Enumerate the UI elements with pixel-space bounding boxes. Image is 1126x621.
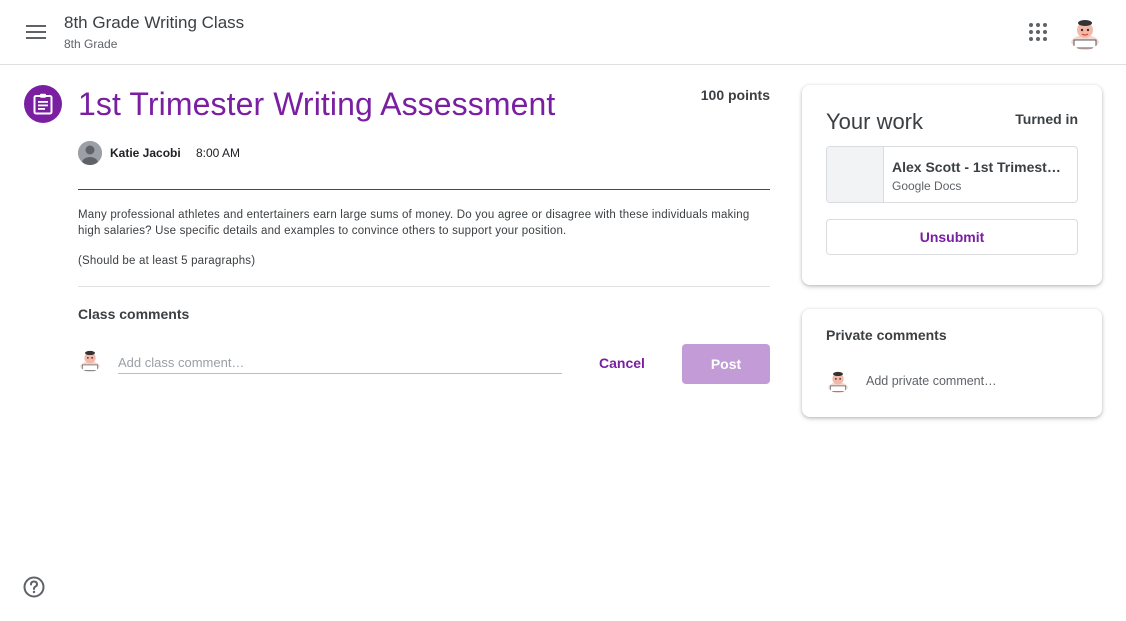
attachment-type: Google Docs — [892, 179, 962, 193]
your-work-card: Your work Turned in Alex Scott - 1st Tri… — [802, 85, 1102, 285]
help-icon — [23, 576, 45, 598]
attachment-thumbnail — [827, 147, 884, 202]
private-comments-title: Private comments — [826, 327, 947, 343]
work-status: Turned in — [1015, 111, 1078, 127]
assignment-instructions: Many professional athletes and entertain… — [78, 209, 750, 237]
assignment-points: 100 points — [700, 87, 770, 103]
header-divider — [78, 189, 770, 190]
commenter-avatar — [78, 348, 102, 372]
private-comment-input[interactable] — [866, 372, 1076, 390]
your-work-title: Your work — [826, 109, 924, 134]
class-title[interactable]: 8th Grade Writing Class — [64, 13, 244, 33]
class-subtitle: 8th Grade — [64, 37, 118, 51]
apps-button[interactable] — [1020, 14, 1056, 50]
assignment-icon-badge — [24, 85, 62, 123]
top-bar: 8th Grade Writing Class 8th Grade — [0, 0, 1126, 65]
assignment-icon — [33, 93, 53, 115]
author-avatar — [78, 141, 102, 165]
user-avatar-icon — [1068, 16, 1102, 50]
menu-button[interactable] — [18, 14, 54, 50]
apps-grid-icon — [1029, 23, 1047, 41]
attachment-item[interactable]: Alex Scott - 1st Trimester Writing Asses… — [826, 146, 1078, 203]
assignment-title: 1st Trimester Writing Assessment — [78, 86, 556, 122]
class-comments-label: Class comments — [78, 306, 190, 322]
menu-icon — [26, 25, 46, 39]
post-button[interactable]: Post — [682, 344, 770, 384]
author-name: Katie Jacobi — [110, 146, 181, 160]
user-avatar-icon — [826, 369, 850, 393]
help-button[interactable] — [22, 575, 46, 599]
person-icon — [78, 141, 102, 165]
private-commenter-avatar — [826, 369, 850, 393]
comments-divider — [78, 286, 770, 287]
unsubmit-button[interactable]: Unsubmit — [826, 219, 1078, 255]
private-comments-card: Private comments — [802, 309, 1102, 417]
account-avatar[interactable] — [1068, 16, 1102, 50]
user-avatar-icon — [78, 348, 102, 372]
assignment-note: (Should be at least 5 paragraphs) — [78, 255, 256, 267]
post-time: 8:00 AM — [196, 146, 241, 160]
class-comment-input[interactable] — [118, 352, 562, 374]
cancel-button[interactable]: Cancel — [582, 344, 662, 382]
attachment-name: Alex Scott - 1st Trimester Writing Asses… — [892, 159, 1068, 175]
